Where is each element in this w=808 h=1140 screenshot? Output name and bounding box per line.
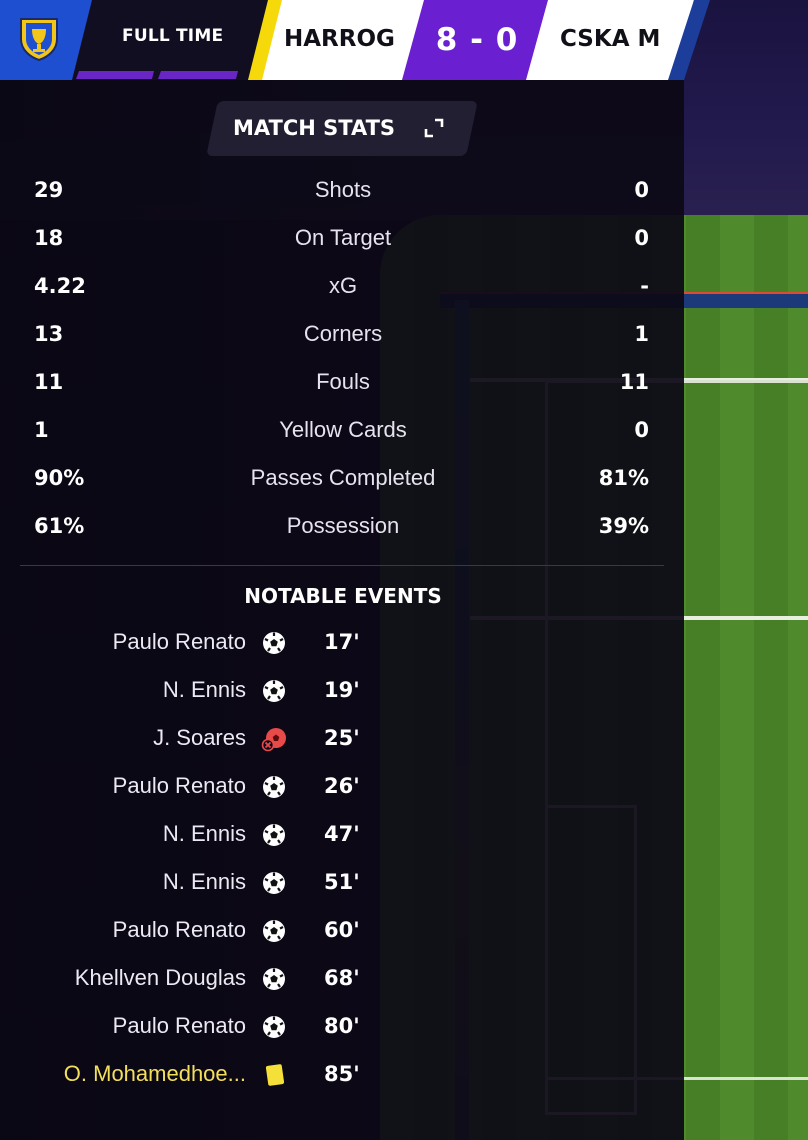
event-player-name[interactable]: O. Mohamedhoe... (64, 1059, 246, 1089)
match-stats-title[interactable]: MATCH STATS (233, 116, 395, 140)
event-row: J. Soares 25' (0, 723, 684, 771)
event-player-name[interactable]: Khellven Douglas (75, 963, 246, 993)
event-player-name[interactable]: J. Soares (153, 723, 246, 753)
notable-events-title: NOTABLE EVENTS (244, 584, 442, 608)
event-minute: 19' (324, 678, 360, 702)
event-minute: 80' (324, 1014, 360, 1038)
status-progress-bar (158, 71, 238, 79)
event-row: N. Ennis 19' (0, 675, 684, 723)
event-minute: 85' (324, 1062, 360, 1086)
event-minute: 60' (324, 918, 360, 942)
event-row: Paulo Renato 60' (0, 915, 684, 963)
stat-row: 61% Possession 39% (0, 511, 684, 559)
stat-label: Passes Completed (250, 465, 436, 490)
scoreboard-header: FULL TIME HARROG 8 - 0 CSKA M (0, 0, 808, 80)
stat-away-value: 11 (619, 370, 649, 394)
football-icon (263, 872, 285, 894)
stat-away-value: 0 (634, 418, 649, 442)
event-minute: 51' (324, 870, 360, 894)
event-minute: 47' (324, 822, 360, 846)
event-player-name[interactable]: Paulo Renato (113, 915, 246, 945)
away-team-name: CSKA M (560, 26, 661, 52)
expand-icon[interactable] (424, 118, 444, 138)
football-icon (263, 680, 285, 702)
football-icon (263, 824, 285, 846)
event-row: N. Ennis 51' (0, 867, 684, 915)
stat-label: Yellow Cards (279, 417, 407, 442)
event-player-name[interactable]: N. Ennis (163, 819, 246, 849)
stat-row: 4.22 xG - (0, 271, 684, 319)
event-minute: 25' (324, 726, 360, 750)
stat-label: Fouls (316, 369, 370, 394)
football-icon (263, 920, 285, 942)
stat-away-value: 39% (598, 514, 649, 538)
missed-penalty-icon (261, 728, 286, 752)
stat-away-value: 81% (598, 466, 649, 490)
stat-label: Corners (303, 321, 383, 346)
football-icon (263, 968, 285, 990)
football-icon (263, 632, 285, 654)
status-progress-bar (76, 71, 154, 79)
yellow-card-icon (265, 1064, 285, 1086)
event-minute: 17' (324, 630, 360, 654)
stat-row: 13 Corners 1 (0, 319, 684, 367)
stat-label: On Target (294, 225, 392, 250)
event-row: O. Mohamedhoe... 85' (0, 1059, 684, 1107)
event-row: Paulo Renato 17' (0, 627, 684, 675)
stat-label: Shots (314, 177, 372, 202)
stat-row: 1 Yellow Cards 0 (0, 415, 684, 463)
event-player-name[interactable]: Paulo Renato (113, 1011, 246, 1041)
stat-away-value: - (640, 274, 649, 298)
match-status: FULL TIME (122, 26, 224, 46)
home-team-name: HARROG (284, 26, 395, 52)
football-icon (263, 1016, 285, 1038)
event-row: N. Ennis 47' (0, 819, 684, 867)
event-minute: 68' (324, 966, 360, 990)
event-player-name[interactable]: Paulo Renato (113, 627, 246, 657)
stat-away-value: 0 (634, 226, 649, 250)
event-player-name[interactable]: N. Ennis (163, 867, 246, 897)
stat-row: 90% Passes Completed 81% (0, 463, 684, 511)
event-minute: 26' (324, 774, 360, 798)
event-player-name[interactable]: Paulo Renato (113, 771, 246, 801)
stat-row: 29 Shots 0 (0, 175, 684, 223)
event-row: Paulo Renato 26' (0, 771, 684, 819)
stat-away-value: 0 (634, 178, 649, 202)
event-row: Paulo Renato 80' (0, 1011, 684, 1059)
stat-row: 11 Fouls 11 (0, 367, 684, 415)
match-score: 8 - 0 (435, 22, 519, 58)
competition-trophy-icon (20, 18, 58, 61)
section-divider (20, 565, 664, 566)
event-row: Khellven Douglas 68' (0, 963, 684, 1011)
stat-label: Possession (286, 513, 400, 538)
football-icon (263, 776, 285, 798)
event-player-name[interactable]: N. Ennis (163, 675, 246, 705)
stat-away-value: 1 (634, 322, 649, 346)
stat-row: 18 On Target 0 (0, 223, 684, 271)
stat-label: xG (328, 273, 358, 298)
